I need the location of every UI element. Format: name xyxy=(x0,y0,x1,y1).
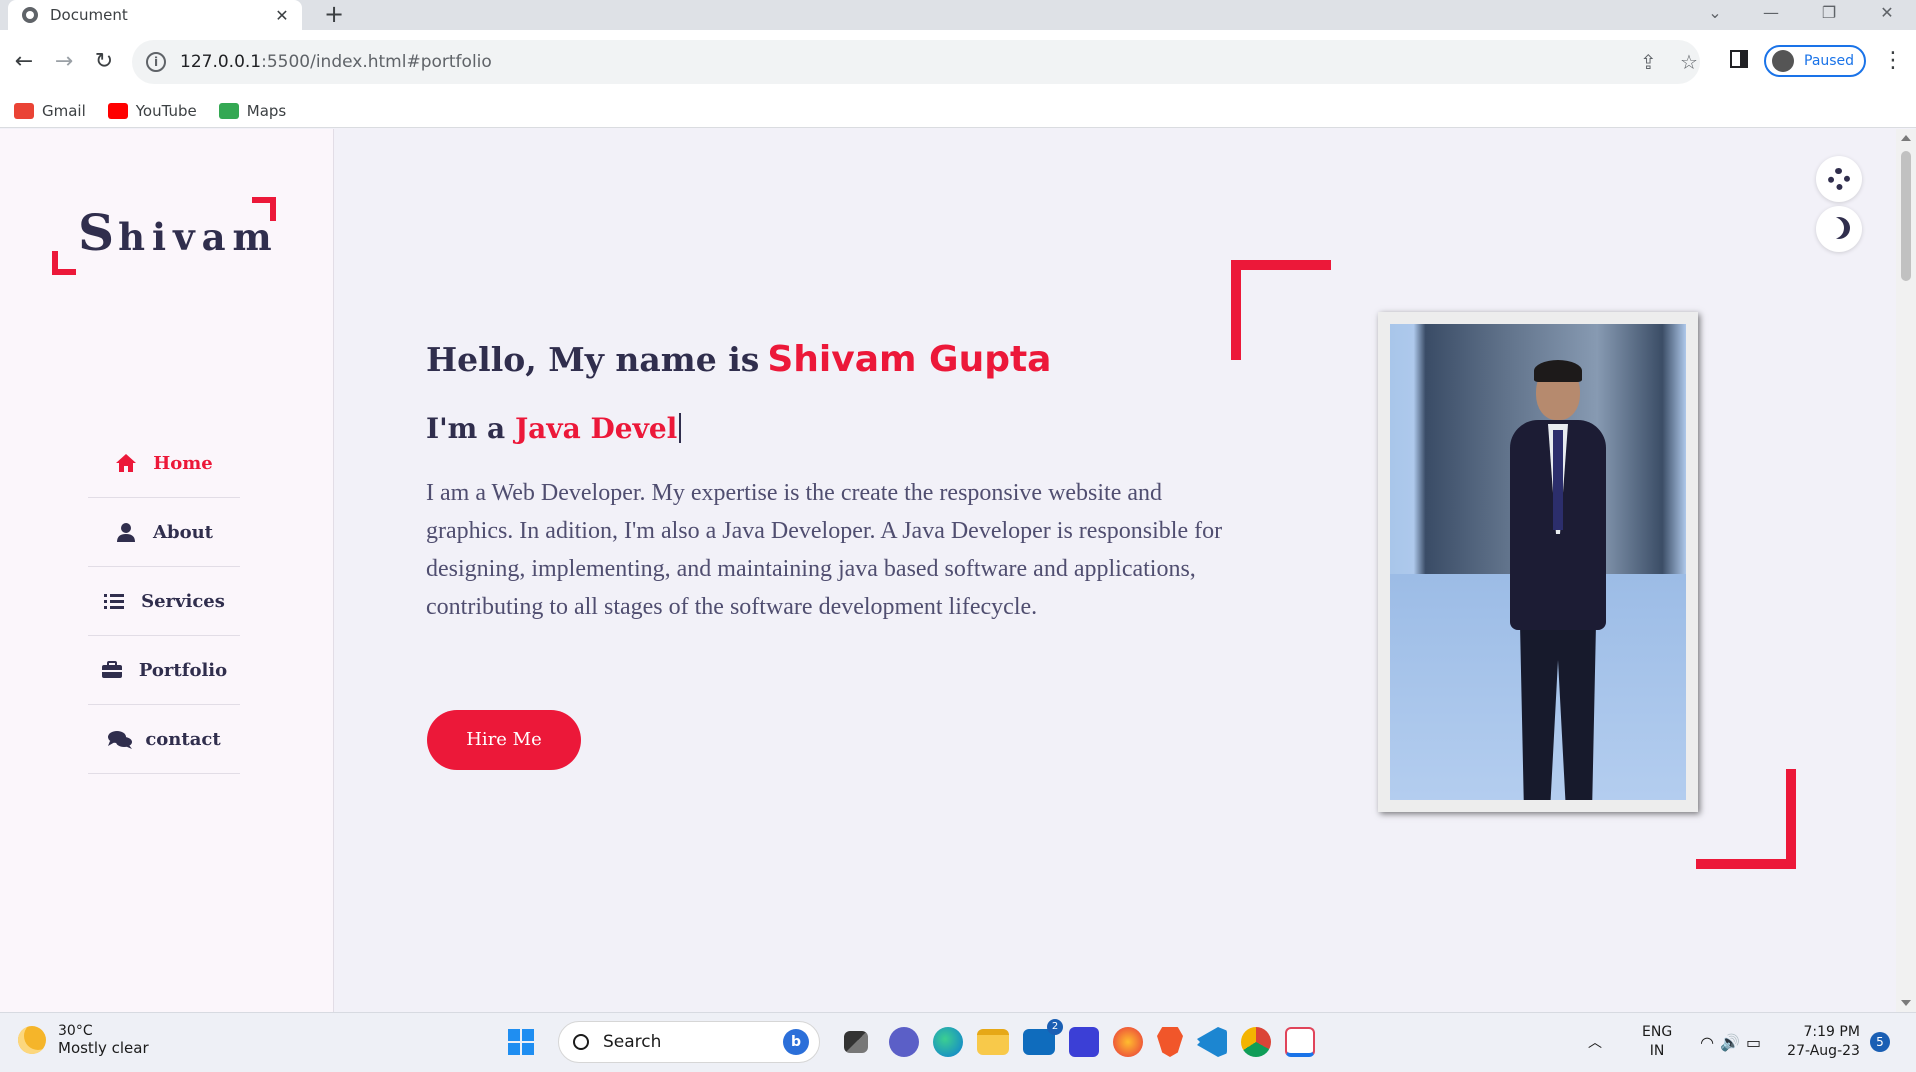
wifi-volume-battery-icons[interactable]: ◠🔊▭ xyxy=(1700,1033,1767,1052)
reload-icon[interactable]: ↻ xyxy=(84,42,124,82)
site-logo[interactable]: Shivam xyxy=(52,197,276,275)
tab-search-icon[interactable]: ⌄ xyxy=(1690,0,1740,30)
bookmark-maps[interactable]: Maps xyxy=(218,102,286,120)
typed-role: Java Devel xyxy=(514,412,678,445)
minimize-icon[interactable]: — xyxy=(1746,0,1796,30)
bookmark-star-icon[interactable]: ☆ xyxy=(1680,50,1698,74)
logo-corner-decoration xyxy=(52,251,76,275)
restore-icon[interactable]: ❐ xyxy=(1804,0,1854,30)
home-section: Hello, My name is Shivam Gupta I'm a Java… xyxy=(334,129,1896,1012)
system-tray: ︿ ENG IN ◠🔊▭ 7:19 PM 27-Aug-23 5 xyxy=(1588,1023,1890,1061)
side-panel-icon[interactable] xyxy=(1730,50,1748,68)
user-icon xyxy=(115,522,137,542)
weather-moon-icon xyxy=(18,1026,46,1054)
typing-cursor xyxy=(679,413,682,443)
comments-icon xyxy=(107,729,133,749)
taskbar-apps: Search b 2 xyxy=(494,1019,1322,1063)
nav-item-services[interactable]: Services xyxy=(88,567,240,636)
nav-label: Home xyxy=(153,452,213,474)
gmail-icon xyxy=(14,102,34,119)
youtube-icon xyxy=(107,102,128,119)
new-tab-button[interactable]: + xyxy=(320,0,348,30)
hero-role: I'm a Java Devel xyxy=(426,412,682,445)
profile-photo xyxy=(1378,312,1698,812)
notification-badge[interactable]: 5 xyxy=(1869,1032,1890,1052)
scrollbar-thumb[interactable] xyxy=(1901,151,1911,281)
window-close-icon[interactable]: ✕ xyxy=(1862,0,1912,30)
weather-widget[interactable]: 30°C Mostly clear xyxy=(18,1023,149,1057)
brave-icon[interactable] xyxy=(1157,1027,1183,1057)
photo-corner-decoration xyxy=(1231,260,1331,360)
nav-item-portfolio[interactable]: Portfolio xyxy=(88,636,240,705)
edge-icon[interactable] xyxy=(933,1027,963,1057)
scroll-up-icon[interactable] xyxy=(1901,135,1911,141)
url-text: 127.0.0.1:5500/index.html#portfolio xyxy=(180,52,492,72)
chat-icon[interactable] xyxy=(889,1027,919,1057)
address-bar: ← → ↻ i 127.0.0.1:5500/index.html#portfo… xyxy=(0,30,1916,94)
main-nav: Home About Services Portfolio contact xyxy=(88,429,240,774)
globe-icon xyxy=(22,7,38,23)
url-field[interactable]: i 127.0.0.1:5500/index.html#portfolio ⇪ … xyxy=(132,40,1700,84)
profile-button[interactable]: Paused xyxy=(1764,45,1866,77)
bookmark-youtube[interactable]: YouTube xyxy=(107,102,197,120)
language-indicator[interactable]: ENG IN xyxy=(1642,1023,1672,1061)
clock[interactable]: 7:19 PM 27-Aug-23 xyxy=(1787,1023,1860,1061)
tab-close-icon[interactable]: ✕ xyxy=(272,6,292,25)
weather-desc: Mostly clear xyxy=(58,1039,149,1057)
home-icon xyxy=(115,453,137,473)
task-view-icon[interactable] xyxy=(844,1031,868,1053)
nav-label: contact xyxy=(145,728,221,750)
back-arrow-icon[interactable]: ← xyxy=(4,42,44,82)
firefox-icon[interactable] xyxy=(1113,1027,1143,1057)
word-icon[interactable] xyxy=(1069,1027,1099,1057)
taskbar-search[interactable]: Search b xyxy=(558,1021,820,1063)
day-night-toggle[interactable] xyxy=(1816,206,1862,252)
browser-tab[interactable]: Document ✕ xyxy=(8,0,302,30)
mail-badge: 2 xyxy=(1047,1019,1063,1035)
profile-status: Paused xyxy=(1804,53,1855,69)
vscode-icon[interactable] xyxy=(1197,1027,1227,1057)
nav-label: Portfolio xyxy=(138,659,228,681)
logo-text: Shivam xyxy=(78,203,279,262)
sidebar: Shivam Home About Services Portfolio con… xyxy=(0,129,334,1012)
weather-temp: 30°C xyxy=(58,1023,93,1039)
search-icon xyxy=(573,1034,589,1050)
hero-greeting: Hello, My name is Shivam Gupta xyxy=(426,339,1052,380)
bookmark-gmail[interactable]: Gmail xyxy=(14,102,86,120)
site-info-icon[interactable]: i xyxy=(146,52,166,72)
hero-name: Shivam Gupta xyxy=(767,339,1052,380)
bing-icon[interactable]: b xyxy=(783,1029,809,1055)
gear-icon xyxy=(1828,168,1850,190)
mail-icon[interactable]: 2 xyxy=(1023,1019,1063,1055)
photo-corner-decoration xyxy=(1696,769,1796,869)
snipping-tool-icon[interactable] xyxy=(1285,1027,1315,1057)
windows-start-icon[interactable] xyxy=(501,1022,541,1062)
list-icon xyxy=(103,591,125,611)
maps-icon xyxy=(218,102,239,119)
nav-item-home[interactable]: Home xyxy=(88,429,240,498)
browser-tab-strip: Document ✕ + ⌄ — ❐ ✕ xyxy=(0,0,1916,30)
bookmarks-bar: Gmail YouTube Maps xyxy=(0,94,1916,128)
forward-arrow-icon[interactable]: → xyxy=(44,42,84,82)
vertical-scrollbar[interactable] xyxy=(1896,129,1916,1012)
share-icon[interactable]: ⇪ xyxy=(1640,50,1657,74)
moon-icon xyxy=(1828,217,1850,239)
nav-label: About xyxy=(153,521,213,543)
taskbar: 30°C Mostly clear Search b 2 ︿ ENG IN ◠🔊… xyxy=(0,1012,1916,1072)
scroll-down-icon[interactable] xyxy=(1901,1000,1911,1006)
file-explorer-icon[interactable] xyxy=(977,1029,1009,1055)
nav-item-contact[interactable]: contact xyxy=(88,705,240,774)
briefcase-icon xyxy=(101,660,123,680)
hire-me-button[interactable]: Hire Me xyxy=(427,710,581,770)
menu-kebab-icon[interactable]: ⋮ xyxy=(1882,48,1904,73)
nav-item-about[interactable]: About xyxy=(88,498,240,567)
page-viewport: Shivam Home About Services Portfolio con… xyxy=(0,129,1916,1012)
style-switcher-toggle[interactable] xyxy=(1816,156,1862,202)
hero-bio: I am a Web Developer. My expertise is th… xyxy=(426,480,1223,620)
avatar xyxy=(1772,50,1794,72)
chrome-icon[interactable] xyxy=(1241,1027,1271,1057)
chevron-up-icon[interactable]: ︿ xyxy=(1588,1032,1602,1052)
nav-label: Services xyxy=(141,590,225,612)
tab-title: Document xyxy=(50,6,128,24)
